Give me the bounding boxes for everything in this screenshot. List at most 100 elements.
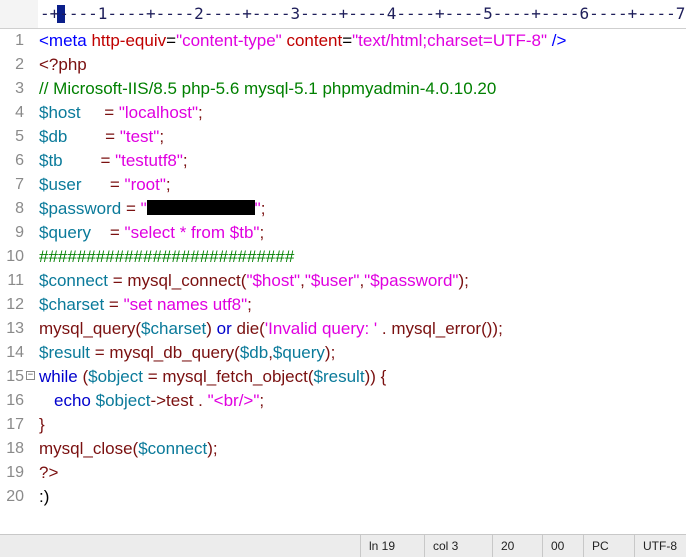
code-token: $query bbox=[39, 223, 91, 242]
code-token: } bbox=[39, 415, 45, 434]
code-token: $charset bbox=[141, 319, 207, 338]
code-token: ( bbox=[77, 367, 89, 386]
code-text: } bbox=[39, 413, 45, 437]
line-number: 1 bbox=[15, 32, 24, 49]
code-token: :) bbox=[39, 487, 50, 506]
code-token: "localhost" bbox=[118, 103, 199, 122]
code-token: = bbox=[142, 367, 163, 386]
code-token: ) bbox=[206, 319, 217, 338]
code-line[interactable]: 20:) bbox=[0, 485, 686, 509]
code-token: = bbox=[125, 199, 141, 218]
code-line[interactable]: 3 // Microsoft-IIS/8.5 php-5.6 mysql-5.1 … bbox=[0, 77, 686, 101]
code-token: $db bbox=[39, 127, 68, 146]
code-token: http-equiv bbox=[91, 31, 167, 50]
code-token: "testutf8" bbox=[115, 151, 183, 170]
code-line[interactable]: 12 $charset = "set names utf8"; bbox=[0, 293, 686, 317]
fold-toggle-icon[interactable]: − bbox=[26, 371, 35, 380]
code-editor[interactable]: 1 <meta http-equiv="content-type" content… bbox=[0, 29, 686, 534]
code-line[interactable]: 8 $password = " "; bbox=[0, 197, 686, 221]
code-line[interactable]: 11 $connect = mysql_connect("$host","$use… bbox=[0, 269, 686, 293]
status-line-ending: PC bbox=[583, 535, 609, 557]
code-text: echo $object->test . "<br/>"; bbox=[39, 389, 264, 413]
line-number: 2 bbox=[15, 56, 24, 73]
code-line[interactable]: 17} bbox=[0, 413, 686, 437]
code-text: <?php bbox=[39, 53, 87, 77]
code-text: <meta http-equiv="content-type" content=… bbox=[39, 29, 566, 53]
code-token: mysql_error()); bbox=[391, 319, 503, 338]
code-line[interactable]: 18 mysql_close($connect); bbox=[0, 437, 686, 461]
code-text: $host = "localhost"; bbox=[39, 101, 203, 125]
code-token: $connect bbox=[39, 271, 108, 290]
code-text: while ($object = mysql_fetch_object($res… bbox=[39, 365, 386, 389]
code-line[interactable]: 10 ########################### bbox=[0, 245, 686, 269]
code-token: $db bbox=[239, 343, 269, 362]
code-token: mysql_connect( bbox=[127, 271, 247, 290]
line-number: 8 bbox=[15, 200, 24, 217]
code-token: ; bbox=[182, 151, 188, 170]
code-line[interactable]: 15− while ($object = mysql_fetch_object($… bbox=[0, 365, 686, 389]
code-token: = bbox=[90, 343, 110, 362]
line-number: 3 bbox=[15, 80, 24, 97]
code-token: while bbox=[39, 367, 78, 386]
line-number: 20 bbox=[6, 488, 24, 505]
code-token: "root" bbox=[124, 175, 166, 194]
code-token: $object bbox=[95, 391, 151, 410]
code-token: <?php bbox=[39, 55, 87, 74]
code-token: ; bbox=[165, 175, 171, 194]
code-token: ); bbox=[458, 271, 469, 290]
code-token: = bbox=[104, 295, 124, 314]
code-token: <meta bbox=[39, 31, 92, 50]
code-token: )) { bbox=[364, 367, 387, 386]
ruler-gutter bbox=[0, 0, 38, 28]
status-encoding: UTF-8 bbox=[634, 535, 677, 557]
code-text: $db = "test"; bbox=[39, 125, 164, 149]
code-token: "content-type" bbox=[176, 31, 282, 50]
code-token: echo bbox=[54, 391, 91, 410]
code-token: $host bbox=[39, 103, 81, 122]
code-line[interactable]: 5 $db = "test"; bbox=[0, 125, 686, 149]
status-line: ln 19 bbox=[360, 535, 395, 557]
code-token: content bbox=[286, 31, 343, 50]
code-token: // Microsoft-IIS/8.5 php-5.6 mysql-5.1 p… bbox=[39, 79, 497, 98]
line-number: 15 bbox=[6, 368, 24, 385]
code-token: "$host" bbox=[246, 271, 301, 290]
code-token: /> bbox=[547, 31, 567, 50]
code-line[interactable]: 13 mysql_query($charset) or die('Invalid … bbox=[0, 317, 686, 341]
line-number: 18 bbox=[6, 440, 24, 457]
code-line[interactable]: 2 <?php bbox=[0, 53, 686, 77]
status-column: col 3 bbox=[424, 535, 458, 557]
code-token: "$user" bbox=[304, 271, 360, 290]
code-token: = bbox=[108, 271, 128, 290]
code-token: ); bbox=[324, 343, 336, 362]
line-number: 5 bbox=[15, 128, 24, 145]
code-line[interactable]: 7 $user = "root"; bbox=[0, 173, 686, 197]
status-bar: ln 19 col 3 20 00 PC UTF-8 bbox=[0, 534, 686, 557]
code-token: ); bbox=[207, 439, 218, 458]
code-token: "<br/>" bbox=[207, 391, 260, 410]
code-token: ; bbox=[259, 223, 265, 242]
code-token: 'Invalid query: ' bbox=[264, 319, 378, 338]
code-token: mysql_query( bbox=[39, 319, 142, 338]
code-token: $tb bbox=[39, 151, 63, 170]
line-number: 6 bbox=[15, 152, 24, 169]
code-token: $connect bbox=[138, 439, 208, 458]
line-number: 10 bbox=[6, 248, 24, 265]
code-line[interactable]: 9 $query = "select * from $tb"; bbox=[0, 221, 686, 245]
code-line[interactable]: 4 $host = "localhost"; bbox=[0, 101, 686, 125]
code-line[interactable]: 19 ?> bbox=[0, 461, 686, 485]
code-line[interactable]: 16 echo $object->test . "<br/>"; bbox=[0, 389, 686, 413]
code-token: die( bbox=[231, 319, 265, 338]
code-token: -> bbox=[150, 391, 167, 410]
code-token: $query bbox=[272, 343, 325, 362]
code-token: . bbox=[193, 391, 208, 410]
code-line[interactable]: 14 $result = mysql_db_query($db,$query); bbox=[0, 341, 686, 365]
code-token: ; bbox=[198, 103, 203, 122]
code-line[interactable]: 6 $tb = "testutf8"; bbox=[0, 149, 686, 173]
code-token: "select * from $tb" bbox=[124, 223, 260, 242]
code-token: $password bbox=[39, 199, 122, 218]
code-line[interactable]: 1 <meta http-equiv="content-type" content… bbox=[0, 29, 686, 53]
code-text: $charset = "set names utf8"; bbox=[39, 293, 252, 317]
code-token: $user bbox=[39, 175, 82, 194]
